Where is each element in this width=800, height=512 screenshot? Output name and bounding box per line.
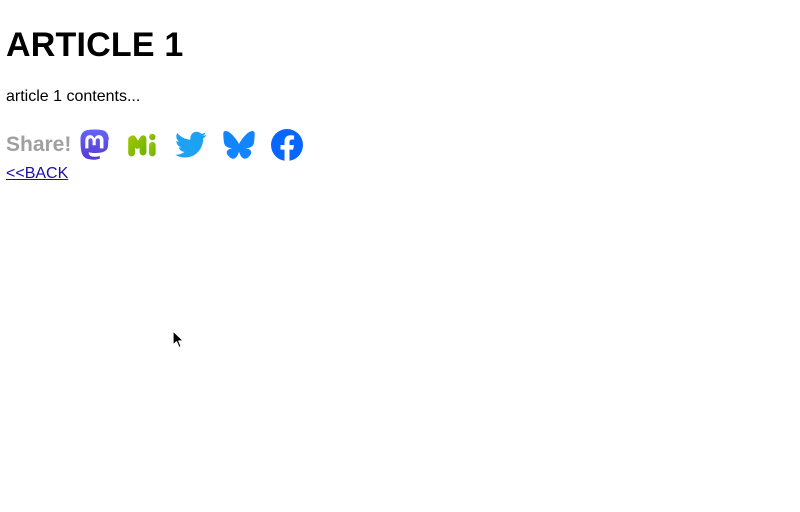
mouse-cursor-icon (172, 330, 185, 349)
share-facebook-button[interactable] (271, 129, 304, 161)
bluesky-icon (223, 131, 256, 159)
share-misskey-button[interactable] (127, 129, 159, 161)
share-bar: Share! (6, 128, 794, 162)
share-mastodon-button[interactable] (79, 129, 111, 161)
back-link[interactable]: <<BACK (6, 164, 68, 184)
article-title: ARTICLE 1 (6, 26, 184, 64)
share-bluesky-button[interactable] (223, 129, 256, 161)
mastodon-icon (80, 129, 110, 160)
misskey-icon (128, 133, 156, 157)
article-page: ARTICLE 1 article 1 contents... Share! <… (0, 0, 800, 184)
facebook-icon (271, 129, 304, 161)
share-twitter-button[interactable] (175, 129, 207, 161)
share-label: Share! (6, 133, 72, 156)
article-contents: article 1 contents... (6, 88, 141, 105)
twitter-icon (175, 131, 207, 158)
